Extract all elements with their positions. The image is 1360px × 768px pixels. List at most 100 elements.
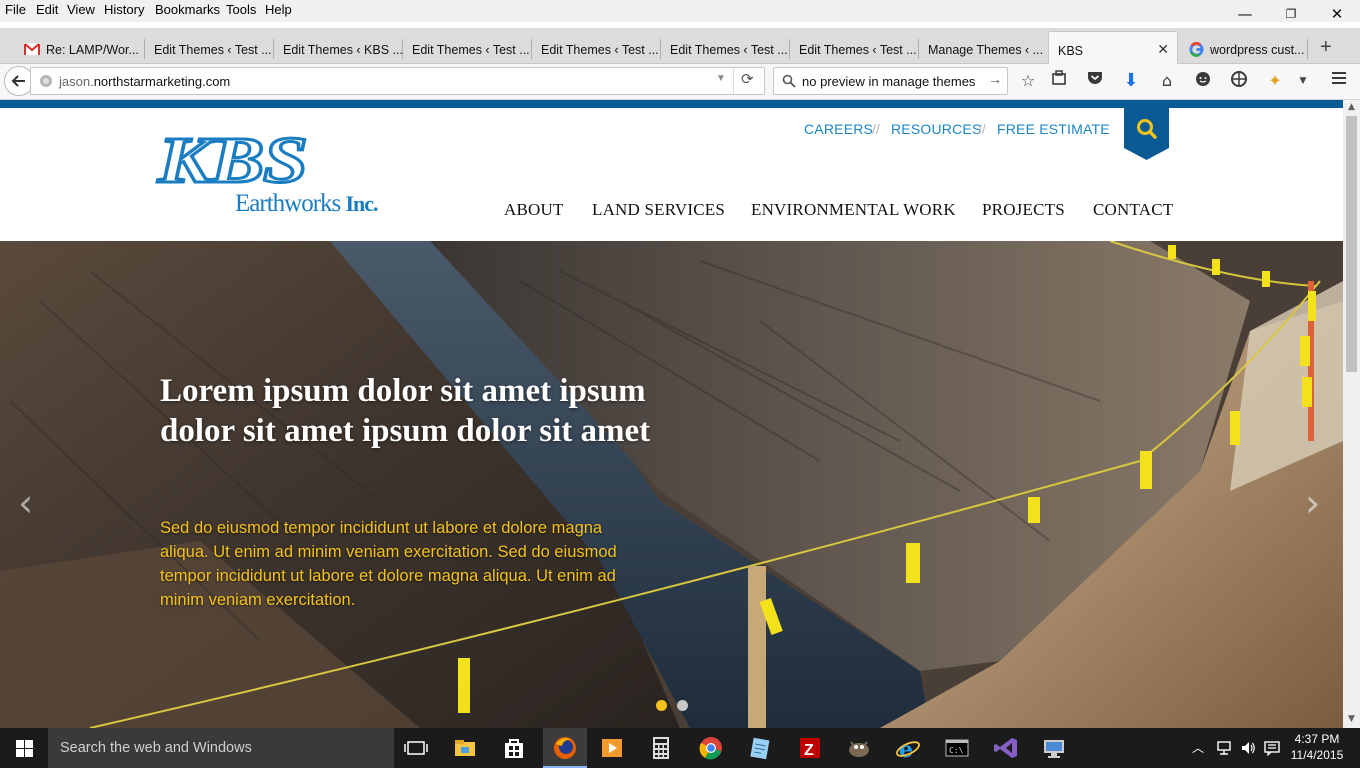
file-explorer-icon[interactable] bbox=[451, 734, 479, 762]
hamburger-menu-icon[interactable] bbox=[1327, 70, 1351, 94]
tab-edit-themes-2[interactable]: Edit Themes ‹ Test ... bbox=[403, 31, 532, 64]
menu-history[interactable]: History bbox=[104, 2, 144, 17]
url-bar[interactable]: jason.northstarmarketing.com ▼ ⟳ bbox=[30, 67, 765, 95]
nav-about[interactable]: ABOUT bbox=[504, 200, 564, 220]
new-tab-button[interactable]: + bbox=[1314, 31, 1342, 64]
show-hidden-icons[interactable]: ︿ bbox=[1192, 739, 1204, 756]
tab-label: Manage Themes ‹ ... bbox=[928, 43, 1044, 57]
bookmarks-menu-icon[interactable] bbox=[1047, 70, 1071, 94]
globe-icon bbox=[40, 75, 52, 87]
tab-strip: Re: LAMP/Wor... Edit Themes ‹ Test ... E… bbox=[0, 28, 1360, 64]
url-dropdown-icon[interactable]: ▼ bbox=[716, 73, 726, 84]
chrome-icon[interactable] bbox=[697, 734, 725, 762]
web-page: KBS Earthworks Inc. CAREERS // RESOURCES… bbox=[0, 100, 1343, 728]
filezilla-icon[interactable]: Z bbox=[796, 734, 824, 762]
firefox-icon bbox=[554, 737, 576, 759]
close-tab-icon[interactable]: ✕ bbox=[1157, 41, 1169, 58]
menu-tools[interactable]: Tools bbox=[226, 2, 256, 17]
task-view-icon[interactable] bbox=[402, 734, 430, 762]
back-arrow-icon bbox=[11, 75, 25, 87]
volume-icon[interactable] bbox=[1240, 740, 1256, 756]
tab-kbs-active[interactable]: KBS ✕ bbox=[1048, 31, 1178, 64]
tab-edit-themes-kbs[interactable]: Edit Themes ‹ KBS ... bbox=[274, 31, 403, 64]
menu-help[interactable]: Help bbox=[265, 2, 292, 17]
tab-label: Edit Themes ‹ KBS ... bbox=[283, 43, 403, 57]
tab-gmail[interactable]: Re: LAMP/Wor... bbox=[16, 31, 145, 64]
carousel-dot-2[interactable] bbox=[677, 700, 688, 711]
internet-explorer-icon[interactable]: e bbox=[894, 734, 922, 762]
web-developer-icon[interactable] bbox=[1227, 70, 1251, 94]
pocket-icon[interactable] bbox=[1083, 70, 1107, 94]
site-search-button[interactable] bbox=[1124, 108, 1169, 160]
search-value: no preview in manage themes bbox=[802, 74, 976, 89]
link-separator: // bbox=[872, 121, 880, 137]
media-player-icon[interactable] bbox=[598, 734, 626, 762]
menu-file[interactable]: File bbox=[5, 2, 26, 17]
tab-label: Edit Themes ‹ Test ... bbox=[670, 43, 788, 57]
nav-projects[interactable]: PROJECTS bbox=[982, 200, 1065, 220]
addon-dropdown-icon[interactable]: ▼ bbox=[1291, 70, 1315, 94]
menu-view[interactable]: View bbox=[67, 2, 95, 17]
tab-google[interactable]: wordpress cust... bbox=[1180, 31, 1308, 64]
home-icon[interactable]: ⌂ bbox=[1155, 70, 1179, 94]
hero-heading: Lorem ipsum dolor sit amet ipsum dolor s… bbox=[160, 373, 651, 449]
hello-chat-icon[interactable] bbox=[1191, 70, 1215, 94]
svg-text:Z: Z bbox=[804, 742, 814, 759]
action-center-icon[interactable] bbox=[1264, 740, 1280, 756]
nav-land-services[interactable]: LAND SERVICES bbox=[592, 200, 725, 220]
link-careers[interactable]: CAREERS bbox=[804, 121, 873, 137]
tab-label: Edit Themes ‹ Test ... bbox=[412, 43, 530, 57]
remote-desktop-icon[interactable] bbox=[1040, 734, 1068, 762]
windows-start-icon[interactable] bbox=[16, 740, 33, 757]
calculator-icon[interactable] bbox=[647, 734, 675, 762]
search-bar[interactable]: no preview in manage themes → bbox=[773, 67, 1008, 95]
nav-environmental-work[interactable]: ENVIRONMENTAL WORK bbox=[751, 200, 956, 220]
tab-edit-themes-3[interactable]: Edit Themes ‹ Test ... bbox=[532, 31, 661, 64]
scroll-up-icon[interactable]: ▲ bbox=[1343, 102, 1360, 112]
carousel-dot-1[interactable] bbox=[656, 700, 667, 711]
restore-button[interactable]: ❐ bbox=[1268, 0, 1314, 28]
downloads-icon[interactable]: ⬇ bbox=[1119, 70, 1143, 94]
visual-studio-icon[interactable] bbox=[992, 734, 1020, 762]
tab-edit-themes-4[interactable]: Edit Themes ‹ Test ... bbox=[661, 31, 790, 64]
logo-subtitle: Earthworks Inc. bbox=[235, 190, 379, 217]
tab-label: Re: LAMP/Wor... bbox=[46, 43, 139, 57]
notepad-icon[interactable] bbox=[746, 734, 774, 762]
gmail-icon bbox=[24, 43, 40, 55]
scrollbar-thumb[interactable] bbox=[1346, 116, 1357, 372]
tab-edit-themes-5[interactable]: Edit Themes ‹ Test ... bbox=[790, 31, 919, 64]
menu-bookmarks[interactable]: Bookmarks bbox=[155, 2, 220, 17]
tab-label: Edit Themes ‹ Test ... bbox=[799, 43, 917, 57]
carousel-prev-icon[interactable]: ‹ bbox=[18, 481, 33, 525]
search-icon bbox=[782, 74, 796, 88]
scroll-down-icon[interactable]: ▼ bbox=[1343, 714, 1360, 724]
taskbar-firefox-active[interactable] bbox=[543, 728, 587, 768]
tab-label: Edit Themes ‹ Test ... bbox=[541, 43, 659, 57]
store-icon[interactable] bbox=[500, 734, 528, 762]
tab-edit-themes-1[interactable]: Edit Themes ‹ Test ... bbox=[145, 31, 274, 64]
menu-edit[interactable]: Edit bbox=[36, 2, 58, 17]
reload-icon[interactable]: ⟳ bbox=[741, 70, 754, 88]
carousel-next-icon[interactable]: › bbox=[1305, 481, 1320, 525]
search-go-icon[interactable]: → bbox=[988, 71, 1002, 87]
gimp-icon[interactable] bbox=[845, 734, 873, 762]
link-resources[interactable]: RESOURCES bbox=[891, 121, 981, 137]
close-window-button[interactable]: ✕ bbox=[1314, 0, 1360, 28]
google-icon bbox=[1189, 42, 1204, 57]
firebug-icon[interactable]: ✦ bbox=[1263, 70, 1287, 94]
tab-manage-themes[interactable]: Manage Themes ‹ ... bbox=[919, 31, 1048, 64]
taskbar-search-input[interactable]: Search the web and Windows bbox=[48, 728, 394, 768]
taskbar-clock[interactable]: 4:37 PM 11/4/2015 bbox=[1288, 731, 1346, 763]
network-icon[interactable] bbox=[1216, 740, 1232, 756]
bookmark-star-icon[interactable]: ☆ bbox=[1016, 70, 1040, 94]
clock-time: 4:37 PM bbox=[1294, 732, 1340, 746]
page-scrollbar[interactable]: ▲ ▼ bbox=[1343, 100, 1360, 728]
link-separator: // bbox=[978, 121, 986, 137]
link-free-estimate[interactable]: FREE ESTIMATE bbox=[997, 121, 1110, 137]
command-prompt-icon[interactable]: C:\ bbox=[943, 734, 971, 762]
minimize-button[interactable]: — bbox=[1222, 0, 1268, 28]
hero-text: Sed do eiusmod tempor incididunt ut labo… bbox=[160, 519, 617, 609]
nav-contact[interactable]: CONTACT bbox=[1093, 200, 1173, 220]
windows-taskbar: Search the web and Windows Z e C:\ ︿ 4:3… bbox=[0, 728, 1360, 768]
clock-date: 11/4/2015 bbox=[1290, 748, 1344, 762]
